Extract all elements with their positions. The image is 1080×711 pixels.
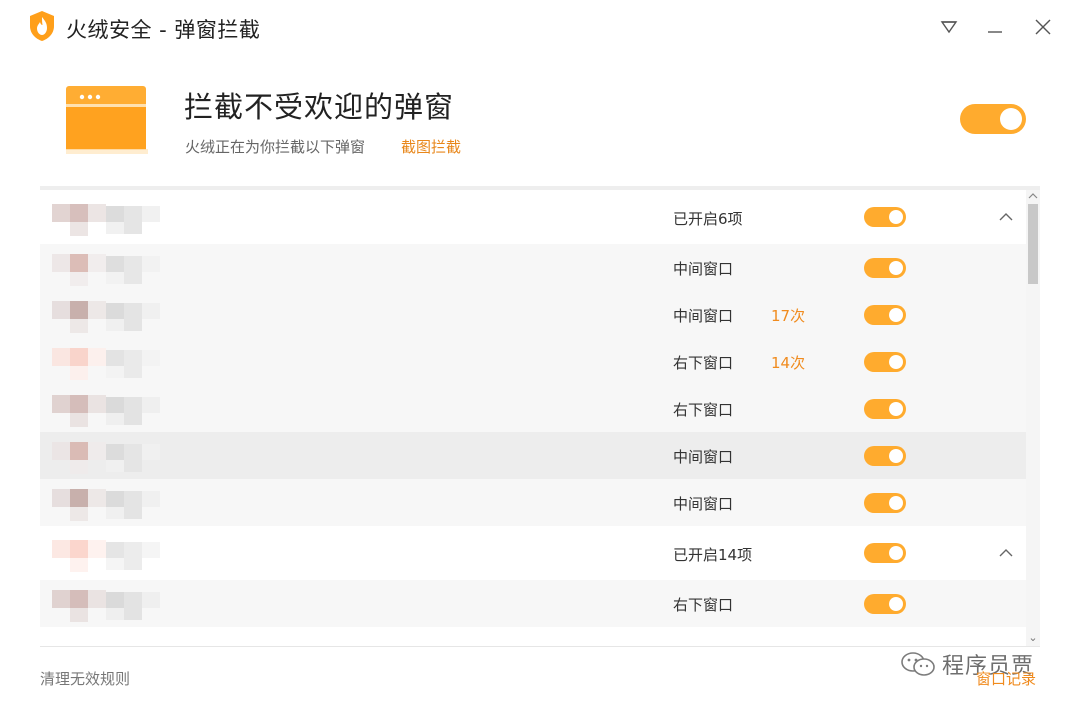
block-count: 17次 [771,307,806,325]
page-subtitle: 火绒正在为你拦截以下弹窗 [185,138,366,156]
toggle-knob [889,210,903,224]
clean-invalid-rules-link[interactable]: 清理无效规则 [40,668,130,689]
close-button[interactable] [1026,12,1060,42]
blocked-popup-list: 已开启6项 中间窗口 中间窗口 17次 右下窗口 14次 右下窗口 中间窗口 中间窗口 已开启14… [40,190,1026,646]
group-status: 已开启6项 [673,210,743,228]
rule-row[interactable]: 中间窗口 [40,244,1026,291]
popup-position-label: 中间窗口 [673,260,734,278]
block-count: 14次 [771,354,806,372]
scroll-thumb[interactable] [1028,204,1038,284]
minimize-icon [988,31,1002,33]
blurred-app-name [52,297,180,333]
window-records-link[interactable]: 窗口记录 [976,668,1036,689]
group-status: 已开启14项 [673,546,753,564]
blurred-app-name [52,344,180,380]
blurred-app-name [52,485,180,521]
page-title: 拦截不受欢迎的弹窗 [184,90,455,124]
toggle-knob [889,597,903,611]
rule-toggle[interactable] [864,352,906,372]
toggle-knob [889,496,903,510]
popup-position-label: 中间窗口 [673,495,734,513]
rule-toggle[interactable] [864,446,906,466]
blurred-app-name [52,536,180,572]
rule-row[interactable]: 中间窗口 [40,479,1026,526]
popup-position-label: 右下窗口 [673,354,734,372]
blurred-app-name [52,438,180,474]
scroll-up-icon[interactable] [1026,190,1040,202]
scroll-down-icon[interactable]: ⌄ [1026,630,1040,644]
rule-toggle[interactable] [864,399,906,419]
minimize-button[interactable] [978,12,1012,42]
rule-toggle[interactable] [864,305,906,325]
rule-toggle[interactable] [864,258,906,278]
group-row[interactable]: 已开启14项 [40,526,1026,580]
toggle-knob [889,261,903,275]
triangle-down-icon [940,21,958,34]
popup-position-label: 中间窗口 [673,448,734,466]
flame-shield-icon [30,11,54,41]
rule-row[interactable]: 右下窗口 [40,580,1026,627]
rule-row[interactable]: 中间窗口 [40,432,1026,479]
rule-row[interactable]: 右下窗口 14次 [40,338,1026,385]
popup-blocker-window: 火绒安全 - 弹窗拦截 拦截不受欢迎的弹窗 火绒正在为你拦截以下弹窗 截图拦截 … [0,0,1080,711]
rule-row[interactable]: 右下窗口 [40,385,1026,432]
wechat-icon [901,652,935,676]
popup-position-label: 右下窗口 [673,596,734,614]
window-title: 火绒安全 - 弹窗拦截 [66,18,261,42]
rule-toggle[interactable] [864,207,906,227]
blurred-app-name [52,586,180,622]
master-toggle[interactable] [960,104,1026,134]
toggle-knob [1000,108,1022,130]
blurred-app-name [52,200,180,236]
toggle-knob [889,402,903,416]
blurred-app-name [52,391,180,427]
menu-button[interactable] [932,12,966,42]
list-bottom-divider [40,646,1040,647]
blurred-app-name [52,250,180,286]
rule-row[interactable]: 中间窗口 17次 [40,291,1026,338]
screenshot-block-link[interactable]: 截图拦截 [401,136,461,157]
rule-toggle[interactable] [864,543,906,563]
rule-toggle[interactable] [864,594,906,614]
chevron-up-icon[interactable] [996,546,1016,560]
list-scrollbar[interactable]: ⌄ [1026,190,1040,646]
close-icon [1035,19,1051,35]
toggle-knob [889,449,903,463]
popup-position-label: 中间窗口 [673,307,734,325]
group-row[interactable]: 已开启6项 [40,190,1026,244]
toggle-knob [889,355,903,369]
chevron-up-icon[interactable] [996,210,1016,224]
toggle-knob [889,308,903,322]
toggle-knob [889,546,903,560]
rule-toggle[interactable] [864,493,906,513]
popup-position-label: 右下窗口 [673,401,734,419]
popup-window-icon [66,86,148,154]
title-bar: 火绒安全 - 弹窗拦截 [0,0,1080,56]
